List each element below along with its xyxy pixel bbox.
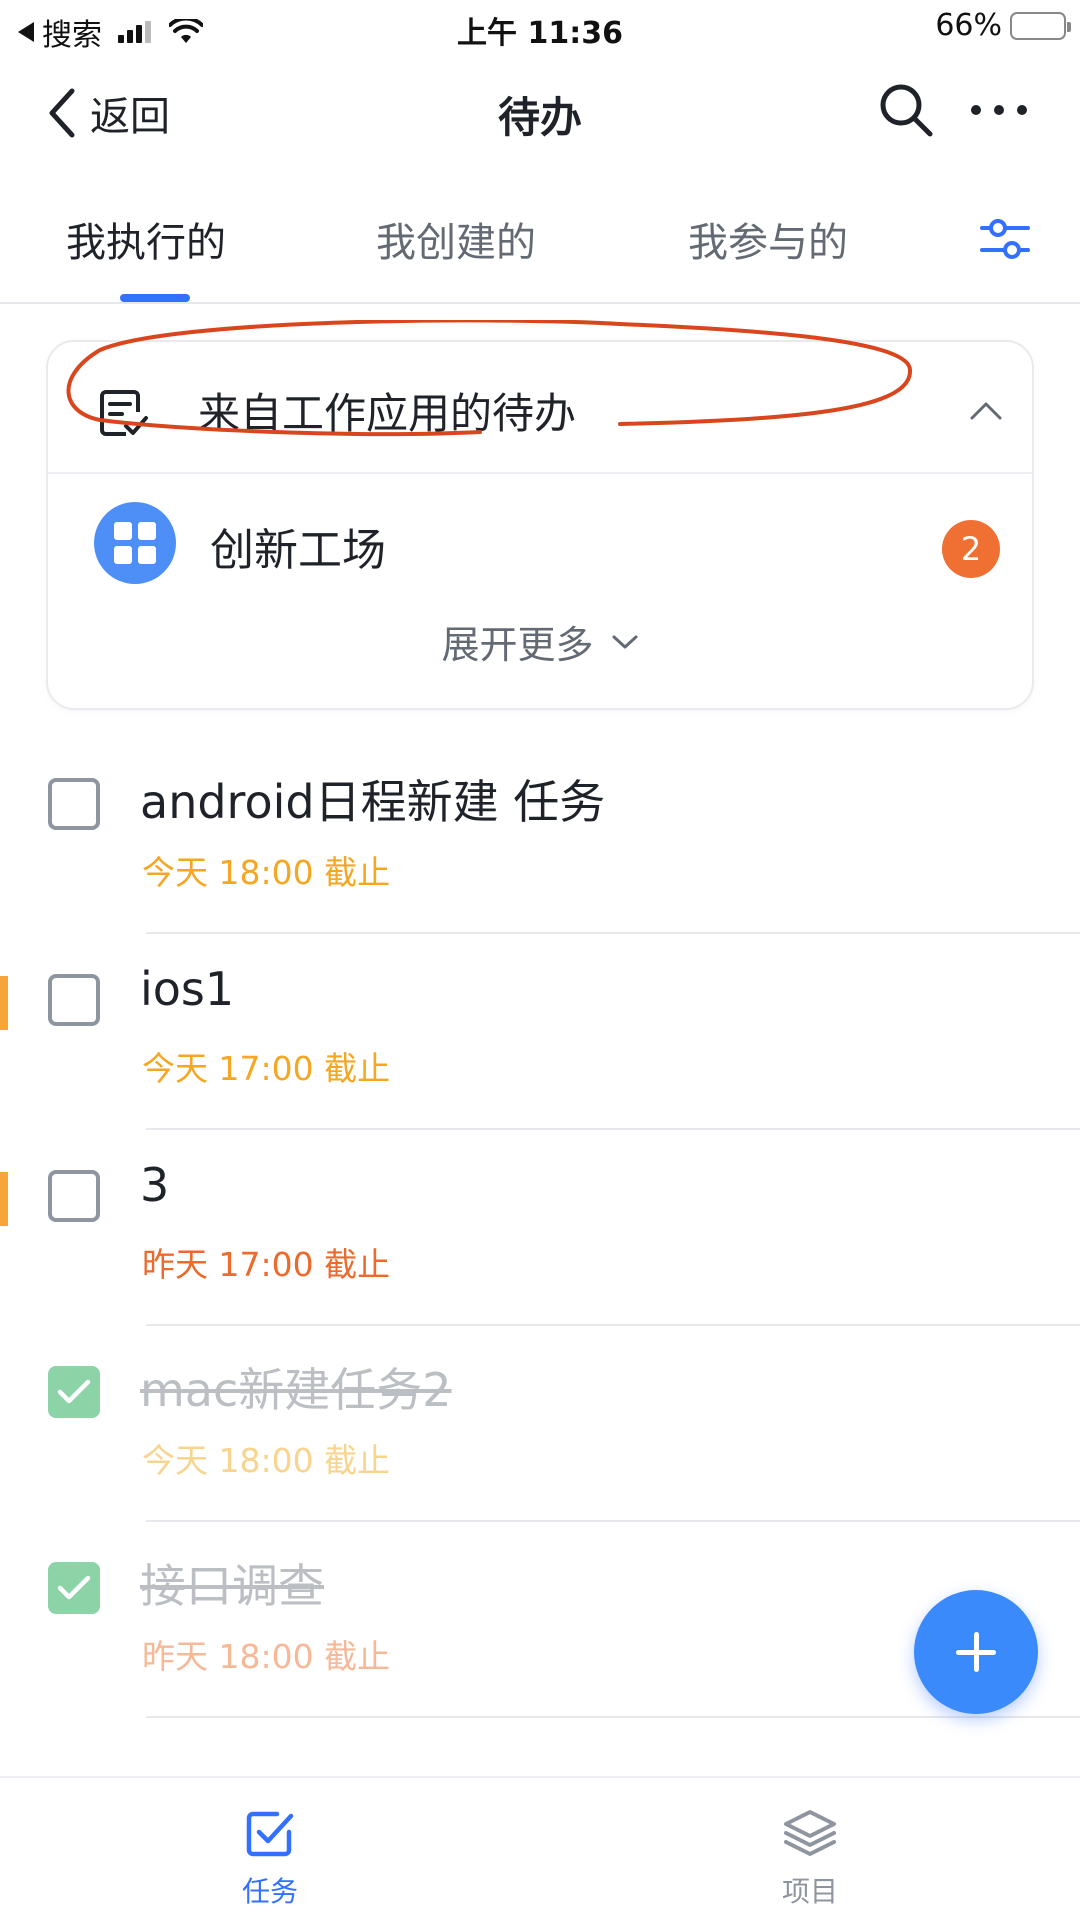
- unread-count-badge: 2: [942, 520, 1000, 578]
- work-app-card-title: 来自工作应用的待办: [198, 389, 577, 438]
- tab-participating[interactable]: 我参与的: [688, 210, 848, 268]
- bottom-tab-bar: 任务 项目: [0, 1776, 1080, 1920]
- task-title[interactable]: 接口调查: [140, 1550, 324, 1616]
- task-row[interactable]: ios1 今天 17:00 截止: [0, 934, 1080, 1130]
- task-due-date: 昨天 17:00 截止: [142, 1245, 391, 1284]
- work-app-item[interactable]: 创新工场 2: [48, 474, 1032, 614]
- battery-status: 66%: [935, 8, 1071, 43]
- expand-more-label: 展开更多: [441, 623, 594, 667]
- tab-created-by-me[interactable]: 我创建的: [376, 210, 536, 268]
- search-icon[interactable]: [876, 80, 936, 140]
- todo-list-check-icon: [100, 390, 148, 436]
- work-app-card-header[interactable]: 来自工作应用的待办: [48, 342, 1032, 474]
- task-check-icon: [246, 1811, 294, 1857]
- task-due-date: 今天 18:00 截止: [142, 1441, 391, 1480]
- add-task-button[interactable]: [914, 1590, 1038, 1714]
- task-filter-tabs: 我执行的 我创建的 我参与的: [0, 198, 1080, 304]
- battery-percent: 66%: [935, 8, 1002, 43]
- task-checkbox[interactable]: [48, 778, 100, 830]
- task-row[interactable]: android日程新建 任务 今天 18:00 截止: [0, 738, 1080, 934]
- battery-icon: [1010, 11, 1071, 40]
- more-icon[interactable]: [964, 80, 1034, 140]
- work-app-todo-card: 来自工作应用的待办 创新工场 2 展开更多: [46, 320, 1034, 710]
- task-row[interactable]: 接口调查 昨天 18:00 截止: [0, 1522, 1080, 1718]
- task-title[interactable]: 3: [140, 1158, 169, 1212]
- checkmark-icon: [57, 1575, 91, 1600]
- work-app-name: 创新工场: [210, 525, 386, 576]
- task-due-date: 今天 18:00 截止: [142, 853, 391, 892]
- active-tab-indicator: [120, 294, 190, 302]
- row-divider: [146, 1716, 1080, 1718]
- layers-icon: [784, 1810, 836, 1856]
- task-title[interactable]: android日程新建 任务: [140, 766, 605, 832]
- task-due-date: 昨天 18:00 截止: [142, 1637, 391, 1676]
- task-row[interactable]: 3 昨天 17:00 截止: [0, 1130, 1080, 1326]
- tab-assigned-to-me[interactable]: 我执行的: [66, 210, 226, 268]
- priority-flag: [0, 1172, 8, 1226]
- priority-flag: [0, 976, 8, 1030]
- task-title[interactable]: ios1: [140, 962, 234, 1016]
- bottom-tab-tasks[interactable]: 任务: [190, 1806, 350, 1910]
- task-checkbox[interactable]: [48, 1366, 100, 1418]
- status-time: 上午 11:36: [457, 16, 623, 51]
- task-row[interactable]: mac新建任务2 今天 18:00 截止: [0, 1326, 1080, 1522]
- filter-settings-icon[interactable]: [978, 212, 1032, 266]
- chevron-down-icon: [612, 635, 638, 648]
- chevron-up-icon[interactable]: [968, 398, 1004, 422]
- nav-bar: 返回 待办: [0, 62, 1080, 158]
- bottom-tab-projects[interactable]: 项目: [730, 1806, 890, 1910]
- task-checkbox[interactable]: [48, 1562, 100, 1614]
- task-title[interactable]: mac新建任务2: [140, 1354, 452, 1420]
- expand-more-button[interactable]: 展开更多: [48, 614, 1032, 704]
- app-grid-icon: [94, 502, 176, 584]
- status-bar: 搜索 上午 11:36 66%: [0, 0, 1080, 54]
- task-checkbox[interactable]: [48, 974, 100, 1026]
- bottom-tab-tasks-label: 任务: [241, 1875, 298, 1908]
- task-checkbox[interactable]: [48, 1170, 100, 1222]
- task-due-date: 今天 17:00 截止: [142, 1049, 391, 1088]
- bottom-tab-projects-label: 项目: [781, 1875, 838, 1908]
- checkmark-icon: [57, 1379, 91, 1404]
